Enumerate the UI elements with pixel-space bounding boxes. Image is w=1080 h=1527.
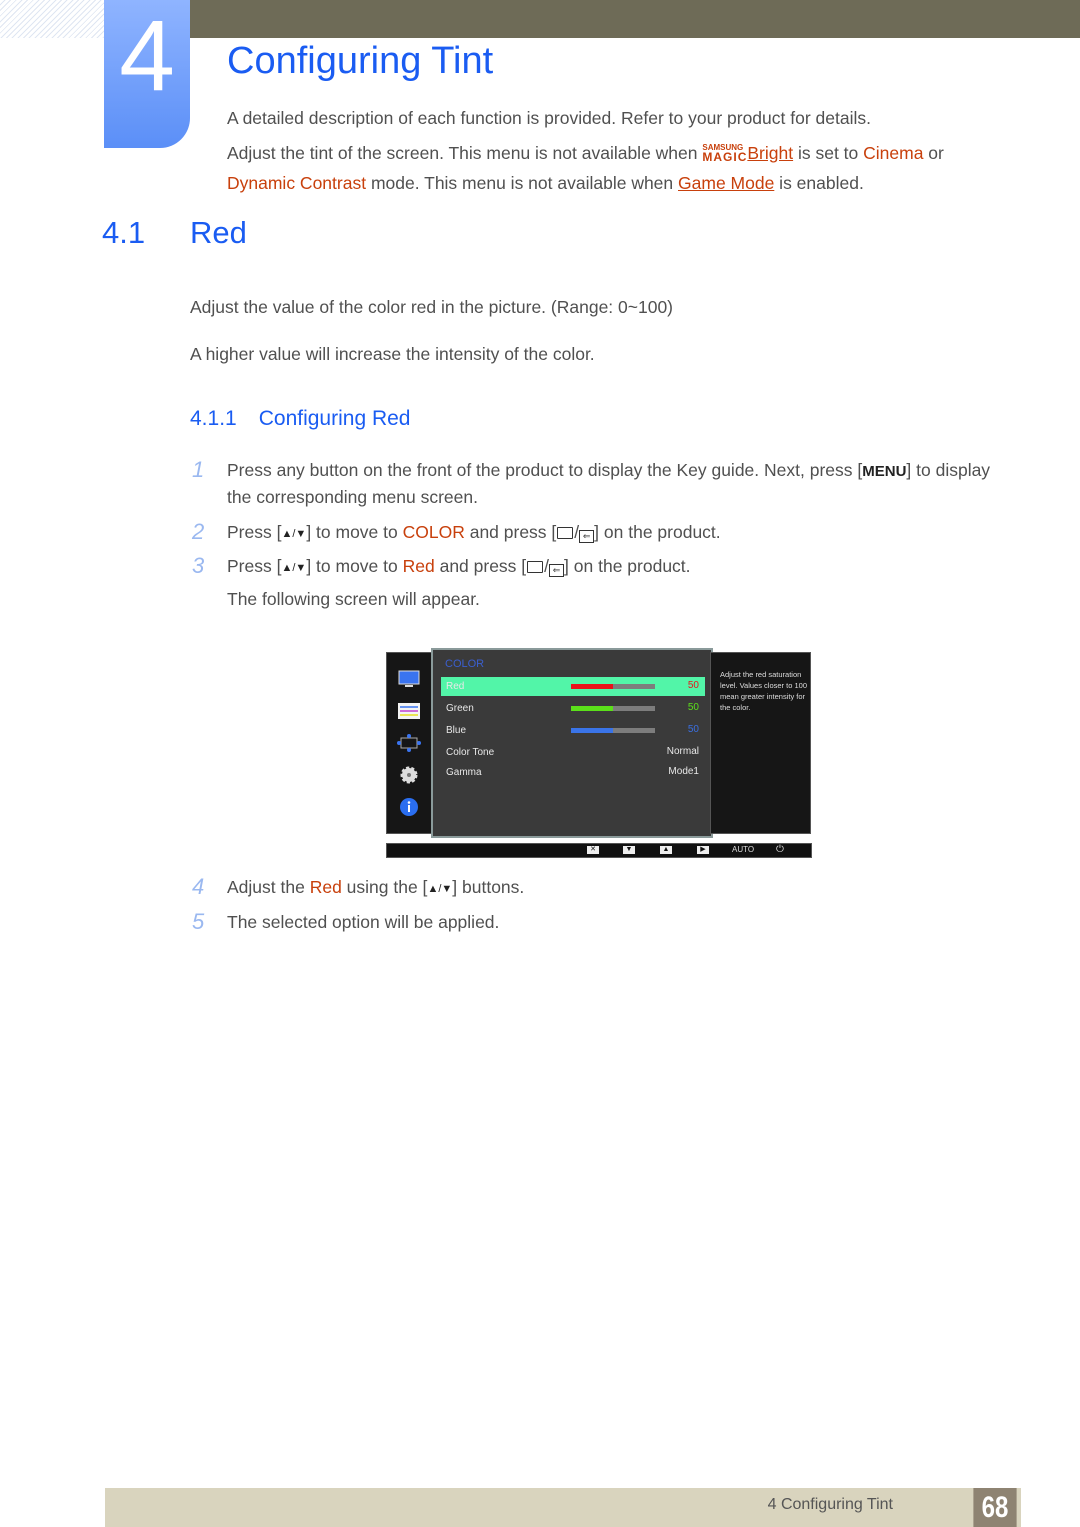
chapter-tab: 4 xyxy=(104,0,190,148)
step-3-text: Press [▲/▼] to move to Red and press [/ ⇐… xyxy=(227,556,691,577)
up-down-arrows-icon: ▲/▼ xyxy=(281,562,307,574)
osd-row-gamma[interactable]: Gamma Mode1 xyxy=(441,763,705,782)
step-1-text-line2: the corresponding menu screen. xyxy=(227,487,478,507)
bright-link[interactable]: Bright xyxy=(747,143,793,163)
step-3-text-line2: The following screen will appear. xyxy=(227,589,480,609)
section-desc-1: Adjust the value of the color red in the… xyxy=(190,297,674,317)
step-number: 4 xyxy=(192,874,205,899)
osd-row-label: Gamma xyxy=(446,767,482,778)
menu-key: MENU xyxy=(862,463,907,480)
right-button[interactable]: ▶ xyxy=(697,846,709,854)
source-icon xyxy=(527,561,544,573)
header-bar xyxy=(190,0,1080,38)
step-1-text: Press any button on the front of the pro… xyxy=(227,460,991,480)
dynamic-contrast-term: Dynamic Contrast xyxy=(227,173,367,193)
color-term: COLOR xyxy=(402,522,465,542)
subsection-number: 4.1.1 xyxy=(190,407,237,430)
position-arrows-icon[interactable] xyxy=(397,733,421,753)
osd-key-guide: ✕ ▼ ▲ ▶ AUTO ⏻ xyxy=(386,843,812,858)
monitor-icon[interactable] xyxy=(397,669,421,689)
page-number: 68 xyxy=(973,1488,1017,1527)
step-4-text: Adjust the Red using the [▲/▼] buttons. xyxy=(227,877,525,897)
enter-icon: ⇐ xyxy=(549,564,565,577)
osd-color-menu: COLOR Red 50 Green 50 Blue 50 Color Tone Normal… xyxy=(431,648,713,838)
red-term: Red xyxy=(309,877,342,897)
close-button[interactable]: ✕ xyxy=(587,846,599,854)
note-text: Adjust the tint of the screen. This menu… xyxy=(227,143,703,163)
step-number: 2 xyxy=(192,519,205,544)
enter-icon: ⇐ xyxy=(579,530,595,543)
up-down-arrows-icon: ▲/▼ xyxy=(281,528,307,540)
chapter-number: 4 xyxy=(119,0,175,112)
chapter-note-line2: Dynamic Contrast mode. This menu is not … xyxy=(227,173,864,193)
osd-row-value: Normal xyxy=(666,746,699,757)
osd-slider[interactable] xyxy=(571,706,655,711)
osd-help-panel: Adjust the red saturation level. Values … xyxy=(710,652,811,834)
osd-sidebar xyxy=(386,652,432,834)
step-5-text: The selected option will be applied. xyxy=(227,912,500,932)
osd-row-label: Color Tone xyxy=(446,747,495,758)
red-term: Red xyxy=(402,556,435,576)
osd-help-text: Adjust the red saturation level. Values … xyxy=(720,670,807,712)
up-button[interactable]: ▲ xyxy=(660,846,672,854)
osd-row-label: Blue xyxy=(446,725,467,736)
cinema-term: Cinema xyxy=(863,143,924,163)
up-down-arrows-icon: ▲/▼ xyxy=(427,883,453,895)
osd-row-label: Green xyxy=(446,703,474,714)
chapter-note-line1: Adjust the tint of the screen. This menu… xyxy=(227,143,944,164)
picture-settings-icon[interactable] xyxy=(397,701,421,721)
step-number: 1 xyxy=(192,457,205,482)
osd-row-label: Red xyxy=(446,681,465,692)
auto-button[interactable]: AUTO xyxy=(732,845,754,854)
samsung-magic-logo: SAMSUNG MAGIC xyxy=(702,143,748,164)
chapter-intro: A detailed description of each function … xyxy=(227,108,871,128)
osd-slider[interactable] xyxy=(571,728,655,733)
osd-row-value: Mode1 xyxy=(668,766,699,777)
power-icon[interactable]: ⏻ xyxy=(776,844,784,855)
section-desc-2: A higher value will increase the intensi… xyxy=(190,344,595,364)
osd-row-value: 50 xyxy=(687,724,699,735)
osd-row-color-tone[interactable]: Color Tone Normal xyxy=(441,743,705,762)
osd-row-red[interactable]: Red 50 xyxy=(441,677,705,696)
subsection-title: Configuring Red xyxy=(258,407,411,430)
section-title: Red xyxy=(190,215,247,250)
game-mode-link[interactable]: Game Mode xyxy=(678,173,774,193)
osd-menu-header: COLOR xyxy=(445,658,485,670)
settings-gear-icon[interactable] xyxy=(397,765,421,785)
osd-slider-fill xyxy=(571,684,613,689)
chapter-title: Configuring Tint xyxy=(227,40,494,82)
osd-row-value: 50 xyxy=(687,702,699,713)
step-number: 3 xyxy=(192,553,205,578)
step-number: 5 xyxy=(192,909,205,934)
footer-chapter-label: 4 Configuring Tint xyxy=(767,1496,893,1513)
osd-slider[interactable] xyxy=(571,684,655,689)
osd-slider-fill xyxy=(571,728,613,733)
osd-row-value: 50 xyxy=(687,680,699,691)
subsection-heading: 4.1.1 Configuring Red xyxy=(190,407,410,431)
osd-row-green[interactable]: Green 50 xyxy=(441,699,705,718)
source-icon xyxy=(557,527,574,539)
osd-slider-fill xyxy=(571,706,613,711)
info-icon[interactable] xyxy=(397,797,421,817)
section-number: 4.1 xyxy=(102,215,146,250)
header-hatch-decoration xyxy=(0,0,104,38)
step-2-text: Press [▲/▼] to move to COLOR and press [… xyxy=(227,522,721,543)
page-footer: 4 Configuring Tint xyxy=(105,1488,1021,1527)
down-button[interactable]: ▼ xyxy=(623,846,635,854)
osd-row-blue[interactable]: Blue 50 xyxy=(441,721,705,740)
